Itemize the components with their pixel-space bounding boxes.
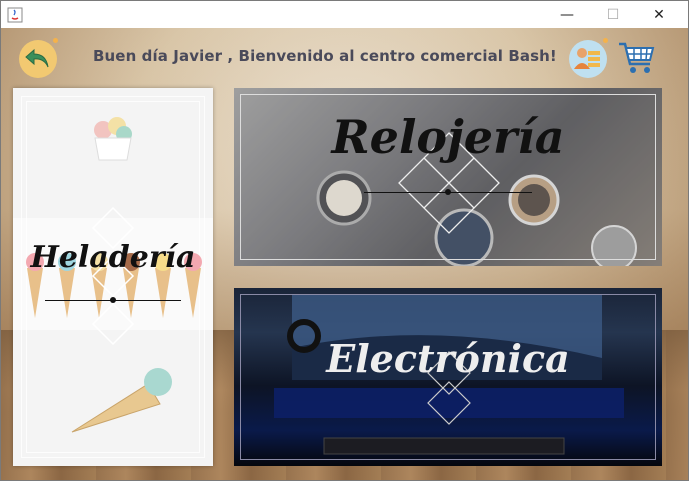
main-panel: Buen día Javier , Bienvenido al centro c…	[1, 28, 688, 480]
shopping-cart-icon[interactable]	[617, 38, 657, 78]
back-arrow-icon	[25, 48, 49, 68]
sparkle-decoration	[53, 38, 58, 43]
sparkle-decoration	[603, 38, 608, 43]
relojeria-label: Relojería	[331, 110, 565, 164]
maximize-button[interactable]: ☐	[590, 1, 636, 28]
diamond-ornament	[91, 206, 135, 346]
electronica-label: Electrónica	[326, 336, 570, 381]
underline-dot	[445, 189, 451, 195]
profile-button[interactable]	[569, 40, 607, 78]
minimize-button[interactable]: —	[544, 1, 590, 28]
ice-cream-cone-icon	[71, 368, 172, 433]
heladeria-label: Heladería	[30, 240, 196, 275]
back-button[interactable]	[19, 40, 57, 78]
relojeria-card[interactable]: Relojería	[234, 88, 662, 266]
ice-cream-cup-icon	[94, 117, 132, 161]
profile-list-icon	[574, 48, 600, 69]
underline-dot	[110, 297, 116, 303]
electronica-card[interactable]: Electrónica	[234, 288, 662, 466]
welcome-message: Buen día Javier , Bienvenido al centro c…	[93, 47, 557, 65]
close-button[interactable]: ✕	[636, 1, 682, 28]
app-window: — ☐ ✕ Buen día Javier , Bienvenido al ce…	[0, 0, 689, 481]
java-app-icon	[7, 7, 23, 23]
title-bar: — ☐ ✕	[1, 1, 688, 28]
heladeria-card[interactable]: Heladería	[13, 88, 213, 466]
